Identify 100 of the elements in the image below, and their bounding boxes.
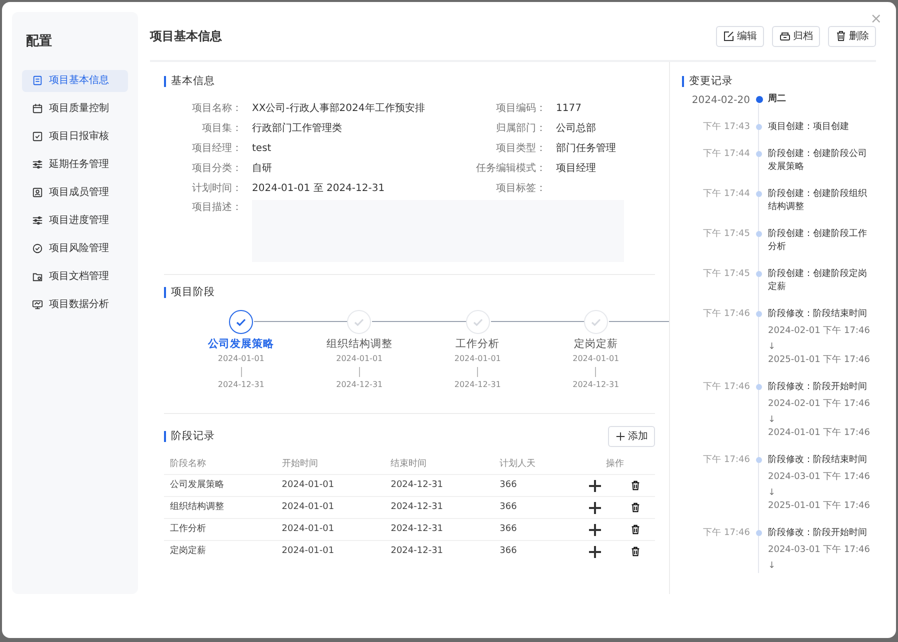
calendar-icon: [32, 103, 43, 114]
trash-icon: [630, 546, 641, 557]
timeline-weekday: 周二: [768, 93, 787, 106]
table-cell: 2024-12-31: [384, 496, 494, 519]
sidebar-item[interactable]: 延期任务管理: [22, 154, 128, 176]
table-cell: 2024-01-01: [276, 540, 385, 563]
step-date: 2024-12-31: [454, 378, 501, 391]
timeline-dot: [756, 230, 762, 236]
toolbar-button[interactable]: 删除: [828, 26, 876, 46]
table-cell: 工作分析: [164, 518, 276, 541]
step-name: 定岗定薪: [574, 337, 618, 352]
field-value: 2024-01-01 至 2024-12-31: [252, 182, 386, 196]
timeline-entry-text: 阶段创建：创建阶段组织结构调整: [768, 188, 868, 214]
timeline-dot: [756, 456, 762, 462]
step-name: 组织结构调整: [326, 337, 392, 352]
table-cell: 组织结构调整: [164, 496, 276, 519]
timeline-entry-text: 阶段创建：创建阶段公司发展策略: [768, 148, 868, 174]
sidebar-item[interactable]: 项目风险管理: [22, 238, 128, 260]
timeline-time: 下午 17:44: [702, 148, 750, 160]
sidebar-title: 配置: [26, 33, 53, 51]
timeline-entry-text: 阶段修改：阶段开始时间: [768, 380, 868, 394]
step-date: 2024-01-01: [218, 352, 264, 365]
section-title: 基本信息: [164, 76, 655, 87]
delete-button[interactable]: [630, 480, 641, 492]
table-cell: 366: [494, 540, 575, 563]
field-label: 项目编码：: [495, 102, 546, 116]
new-value: 2024-01-01 下午 17:46: [768, 427, 871, 440]
table-cell: 366: [494, 518, 575, 541]
field-label: 计划时间：: [191, 182, 242, 196]
step-date: 2024-12-31: [572, 378, 620, 391]
old-value: 2024-03-01 下午 17:46: [768, 471, 871, 484]
timeline-entry-text: 阶段创建：创建阶段工作分析: [768, 228, 868, 254]
field-label: 项目类型：: [495, 142, 546, 156]
sidebar-item[interactable]: 项目质量控制: [22, 98, 128, 120]
plus-icon: [615, 430, 626, 442]
add-row-button[interactable]: [589, 502, 601, 514]
field-label: 项目名称：: [191, 102, 242, 116]
add-row-button[interactable]: [589, 546, 601, 558]
timeline-dot: [756, 150, 762, 156]
delete-button[interactable]: [630, 524, 641, 536]
add-row-button[interactable]: [589, 480, 601, 492]
timeline-entry-text: 阶段创建：创建阶段定岗定薪: [768, 268, 868, 294]
old-value: 2024-02-01 下午 17:46: [768, 398, 871, 411]
page-title: 项目基本信息: [150, 28, 222, 45]
sidebar-item[interactable]: 项目日报审核: [22, 126, 128, 148]
timeline-dot: [754, 95, 764, 104]
sidebar-item[interactable]: 项目基本信息: [22, 70, 128, 92]
toolbar-button[interactable]: 编辑: [716, 26, 764, 46]
column-header: 阶段名称: [164, 454, 276, 475]
field-value: 1177: [556, 102, 582, 116]
timeline-dot: [756, 384, 762, 390]
timeline-dot: [756, 190, 762, 196]
timeline-time: 下午 17:43: [702, 121, 750, 134]
sidebar-item[interactable]: 项目成员管理: [22, 182, 128, 204]
field-label: 项目经理：: [191, 142, 242, 156]
new-value: 2025-01-01 下午 17:46: [768, 500, 871, 513]
delete-button[interactable]: [630, 546, 641, 558]
delete-button[interactable]: [630, 502, 641, 514]
field-label: 项目标签：: [495, 182, 546, 196]
section-title: 项目阶段: [164, 287, 655, 298]
timeline-time: 下午 17:46: [702, 380, 750, 394]
timeline-entry-text: 项目创建：项目创建: [768, 121, 850, 134]
toolbar-button[interactable]: 归档: [772, 26, 820, 46]
timeline-dot: [756, 270, 762, 276]
timeline-date: 2024-02-20: [690, 94, 750, 108]
step-name: 工作分析: [456, 337, 500, 352]
timeline-time: 下午 17:45: [702, 228, 750, 240]
table-cell: 2024-12-31: [384, 518, 494, 541]
field-label: 项目分类：: [191, 162, 242, 176]
sliders-icon: [32, 159, 43, 170]
folder-icon: [32, 271, 43, 282]
table-cell: 公司发展策略: [164, 474, 276, 497]
timeline-dot: [756, 530, 762, 536]
sidebar-item[interactable]: 项目数据分析: [22, 294, 128, 316]
timeline-entry-text: 阶段修改：阶段结束时间: [768, 308, 868, 320]
step-date: 2024-01-01: [454, 352, 501, 365]
timeline-time: 下午 17:46: [702, 454, 750, 466]
section-title: 阶段记录: [164, 430, 215, 442]
document-icon: [32, 75, 43, 86]
sidebar-item[interactable]: 项目文档管理: [22, 266, 128, 288]
change-arrow: ↓: [768, 414, 776, 426]
field-label: 项目集：: [201, 122, 242, 136]
timeline-entry-text: 阶段修改：阶段结束时间: [768, 454, 868, 466]
checklist-icon: [32, 131, 43, 142]
new-value: 2025-01-01 下午 17:46: [768, 354, 871, 367]
change-arrow: ↓: [768, 486, 776, 500]
field-value: 部门任务管理: [556, 142, 617, 156]
field-label: 任务编辑模式：: [475, 162, 546, 176]
field-value: 行政部门工作管理类: [252, 122, 343, 136]
field-value: test: [252, 142, 272, 156]
sidebar-item[interactable]: 项目进度管理: [22, 210, 128, 232]
trash-icon: [630, 524, 641, 535]
old-value: 2024-02-01 下午 17:46: [768, 325, 871, 338]
field-value: XX公司-行政人事部2024年工作预安排: [252, 102, 426, 116]
add-button[interactable]: 添加: [608, 426, 655, 447]
step-name: 公司发展策略: [208, 337, 274, 352]
add-row-button[interactable]: [589, 524, 601, 536]
column-header: 结束时间: [384, 454, 494, 475]
column-header: 计划人天: [494, 454, 575, 475]
change-arrow: ↓: [768, 560, 776, 572]
